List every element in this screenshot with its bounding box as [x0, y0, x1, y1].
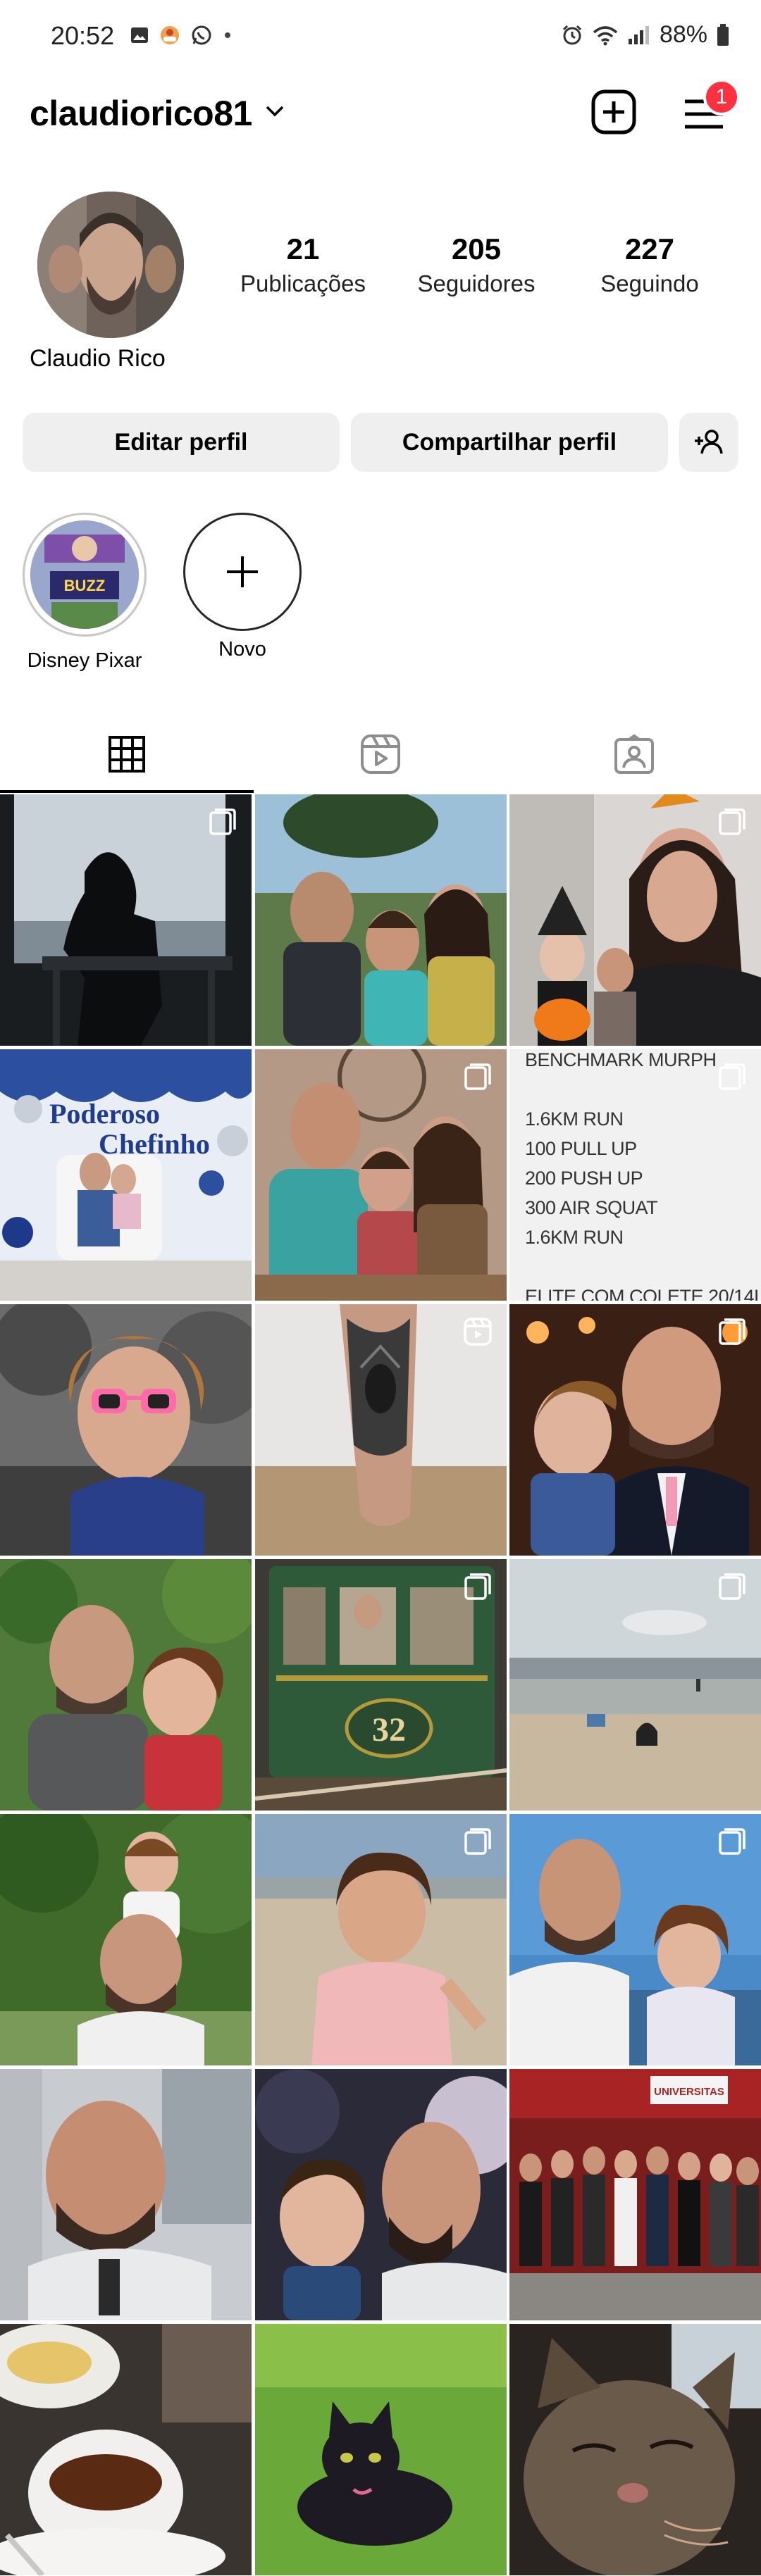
status-right: 88%: [561, 21, 730, 49]
post-thumbnail[interactable]: [254, 2324, 507, 2575]
reels-icon: [361, 734, 400, 774]
post-thumbnail[interactable]: [254, 2069, 507, 2320]
active-tab-indicator: [0, 790, 254, 793]
carousel-icon: [464, 1828, 491, 1855]
stat-following[interactable]: 227 Seguindo: [572, 232, 727, 297]
highlight-new-circle: [183, 513, 302, 631]
add-person-icon: [695, 430, 723, 454]
post-thumbnail[interactable]: Poderoso Chefinho: [0, 1049, 252, 1301]
gallery-icon: [131, 27, 148, 43]
post-thumbnail[interactable]: [0, 1559, 252, 1811]
battery-icon: [717, 23, 729, 46]
stat-followers-label: Seguidores: [417, 270, 536, 296]
notification-badge: 1: [703, 79, 740, 115]
status-bar: 20:52 88%: [0, 0, 761, 73]
tram-number: 32: [372, 1711, 406, 1749]
highlight-cover-text: BUZZ: [64, 577, 106, 594]
post-thumbnail[interactable]: [0, 2324, 252, 2575]
chevron-down-icon[interactable]: [264, 104, 285, 118]
status-time: 20:52: [51, 21, 115, 50]
post-thumbnail[interactable]: [509, 1559, 761, 1811]
edit-profile-button[interactable]: Editar perfil: [23, 413, 340, 472]
stat-posts[interactable]: 21 Publicações: [225, 232, 380, 297]
profile-tabs: [0, 715, 761, 793]
carousel-icon: [719, 1318, 745, 1345]
grid-icon: [109, 736, 145, 773]
signal-icon: [628, 25, 649, 44]
post-thumbnail[interactable]: [509, 1304, 761, 1556]
avatar[interactable]: [37, 192, 184, 338]
post-thumbnail[interactable]: [509, 1814, 761, 2065]
carousel-icon: [719, 1573, 745, 1600]
post-thumbnail[interactable]: UNIVERSITAS: [509, 2069, 761, 2320]
stat-following-label: Seguindo: [600, 270, 699, 296]
stat-posts-count: 21: [286, 232, 320, 265]
carousel-icon: [719, 1063, 745, 1090]
carousel-icon: [209, 808, 236, 835]
post-thumbnail[interactable]: [254, 794, 507, 1046]
carousel-icon: [464, 1573, 491, 1600]
post-thumbnail[interactable]: [254, 1814, 507, 2065]
stat-following-count: 227: [624, 232, 675, 265]
reel-icon: [463, 1318, 492, 1346]
wifi-icon: [593, 25, 618, 45]
share-profile-button[interactable]: Compartilhar perfil: [351, 413, 668, 472]
whatsapp-icon: [192, 25, 211, 45]
post-thumbnail[interactable]: [0, 2069, 252, 2320]
stat-followers-count: 205: [451, 232, 502, 265]
post-thumbnail[interactable]: [509, 794, 761, 1046]
alarm-icon: [562, 25, 581, 44]
event-banner-text: UNIVERSITAS: [654, 2086, 724, 2098]
post-thumbnail[interactable]: [254, 1304, 507, 1556]
carousel-icon: [464, 1063, 491, 1090]
stat-posts-label: Publicações: [240, 270, 366, 296]
plus-icon: [227, 556, 258, 587]
highlight-label: Disney Pixar: [27, 649, 142, 672]
tab-tagged[interactable]: [507, 715, 761, 793]
new-post-icon[interactable]: [589, 87, 638, 137]
stat-followers[interactable]: 205 Seguidores: [399, 232, 554, 297]
highlight-new[interactable]: Novo: [179, 513, 306, 661]
carousel-icon: [719, 1828, 745, 1855]
avatar-image: [37, 192, 184, 338]
carousel-icon: [719, 808, 745, 835]
username-switcher[interactable]: claudiorico81: [30, 93, 252, 134]
post-thumbnail[interactable]: [0, 1814, 252, 2065]
discover-people-button[interactable]: [679, 413, 738, 472]
dot-icon: [225, 32, 230, 38]
post-thumbnail[interactable]: [509, 2324, 761, 2575]
post-banner-line1: Poderoso: [49, 1098, 160, 1130]
tab-grid[interactable]: [0, 715, 254, 793]
highlight-label: Novo: [218, 638, 266, 661]
tab-reels[interactable]: [254, 715, 507, 793]
post-grid: Poderoso Chefinho BENCHMARK MURPH 1.6KM …: [0, 794, 761, 2575]
highlight-cover: BUZZ: [30, 520, 139, 629]
profile-header: claudiorico81 1: [0, 79, 761, 141]
post-thumbnail[interactable]: 32: [254, 1559, 507, 1811]
battery-percent: 88%: [659, 21, 707, 48]
notification-icons: [130, 24, 233, 46]
post-thumbnail[interactable]: BENCHMARK MURPH 1.6KM RUN 100 PULL UP 20…: [509, 1049, 761, 1301]
post-thumbnail[interactable]: [254, 1049, 507, 1301]
tagged-icon: [614, 734, 654, 774]
highlight-ring: BUZZ: [23, 513, 147, 637]
display-name: Claudio Rico: [30, 345, 166, 372]
app-notification-icon: [161, 26, 179, 44]
post-thumbnail[interactable]: [0, 1304, 252, 1556]
highlight-disney-pixar[interactable]: BUZZ Disney Pixar: [21, 513, 148, 673]
post-thumbnail[interactable]: [0, 794, 252, 1046]
